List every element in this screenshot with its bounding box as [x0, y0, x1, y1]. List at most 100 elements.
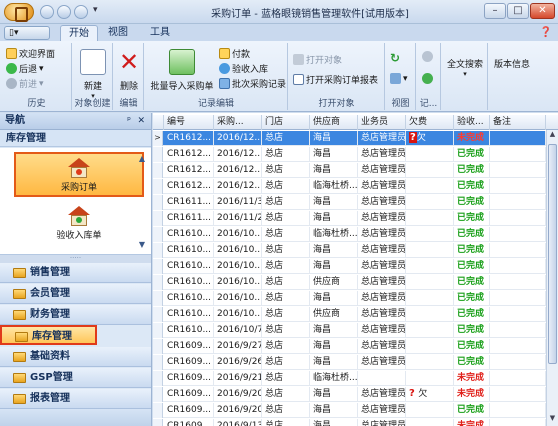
cell-store[interactable]: 总店	[262, 227, 310, 242]
cell-date[interactable]: 2016/9/21	[214, 371, 262, 386]
nav-group-finance[interactable]: 财务管理	[0, 305, 151, 325]
cell-owe[interactable]	[406, 211, 454, 226]
cell-owe[interactable]	[406, 355, 454, 370]
row-indicator[interactable]	[153, 339, 163, 354]
stock-in-button[interactable]: 验收入库	[219, 62, 268, 75]
cell-supplier[interactable]: 临海杜桥...	[310, 371, 358, 386]
cell-remark[interactable]	[490, 259, 546, 274]
cell-id[interactable]: CR1610...	[164, 243, 214, 258]
cell-status[interactable]: 未完成	[454, 371, 490, 386]
cell-store[interactable]: 总店	[262, 291, 310, 306]
tab-tools[interactable]: 工具	[142, 25, 178, 41]
cell-remark[interactable]	[490, 323, 546, 338]
cell-staff[interactable]: 总店管理员	[358, 163, 406, 178]
cell-date[interactable]: 2016/11/3	[214, 195, 262, 210]
table-row[interactable]: CR1610... 2016/10... 总店 海昌 总店管理员 已完成	[153, 259, 546, 274]
cell-remark[interactable]	[490, 147, 546, 162]
cell-id[interactable]: CR1610...	[164, 307, 214, 322]
new-button[interactable]: 新建 ▾	[77, 49, 109, 100]
cell-store[interactable]: 总店	[262, 323, 310, 338]
cell-status[interactable]: 已完成	[454, 291, 490, 306]
cell-date[interactable]: 2016/10/7	[214, 323, 262, 338]
cell-remark[interactable]	[490, 291, 546, 306]
table-row[interactable]: CR1609... 2016/9/26 总店 海昌 总店管理员 已完成	[153, 355, 546, 370]
cell-store[interactable]: 总店	[262, 419, 310, 426]
cell-date[interactable]: 2016/9/13	[214, 419, 262, 426]
cell-date[interactable]: 2016/10...	[214, 307, 262, 322]
cell-staff[interactable]: 总店管理员	[358, 211, 406, 226]
cell-store[interactable]: 总店	[262, 243, 310, 258]
cell-staff[interactable]: 总店管理员	[358, 387, 406, 402]
cell-id[interactable]: CR1609...	[164, 355, 214, 370]
scroll-down-icon[interactable]: ▼	[547, 414, 558, 426]
cell-remark[interactable]	[490, 179, 546, 194]
cell-supplier[interactable]: 供应商	[310, 275, 358, 290]
cell-store[interactable]: 总店	[262, 259, 310, 274]
cell-owe[interactable]	[406, 179, 454, 194]
vertical-scrollbar[interactable]: ▲ ▼	[546, 130, 558, 426]
cell-owe[interactable]: ? 欠	[406, 387, 454, 402]
cell-date[interactable]: 2016/12...	[214, 179, 262, 194]
cell-owe[interactable]	[406, 291, 454, 306]
column-header-remark[interactable]: 备注	[490, 115, 546, 130]
panel-scroll-down-icon[interactable]: ▼	[139, 240, 145, 249]
table-row[interactable]: CR1610... 2016/10... 总店 临海杜桥... 总店管理员 已完成	[153, 227, 546, 242]
cell-remark[interactable]	[490, 243, 546, 258]
nav-group-basic-data[interactable]: 基础资料	[0, 347, 151, 367]
cell-owe[interactable]	[406, 419, 454, 426]
column-header-status[interactable]: 验收...	[454, 115, 490, 130]
cell-store[interactable]: 总店	[262, 403, 310, 418]
record-prev-button[interactable]	[422, 51, 433, 62]
table-row[interactable]: CR1611... 2016/11/3 总店 海昌 总店管理员 已完成	[153, 195, 546, 210]
row-indicator[interactable]	[153, 147, 163, 162]
cell-staff[interactable]: 总店管理员	[358, 147, 406, 162]
cell-id[interactable]: CR1609...	[164, 371, 214, 386]
cell-id[interactable]: CR1610...	[164, 275, 214, 290]
row-indicator[interactable]	[153, 275, 163, 290]
table-row[interactable]: CR1610... 2016/10... 总店 供应商 总店管理员 已完成	[153, 275, 546, 290]
full-text-search-button[interactable]: 全文搜索 ▾	[444, 57, 486, 78]
cell-owe[interactable]	[406, 339, 454, 354]
table-row[interactable]: CR1609... 2016/9/21 总店 临海杜桥... 未完成	[153, 371, 546, 386]
cell-remark[interactable]	[490, 339, 546, 354]
cell-id[interactable]: CR1612...	[164, 131, 214, 146]
cell-supplier[interactable]: 海昌	[310, 243, 358, 258]
minimize-button[interactable]: –	[484, 3, 506, 19]
open-report-button[interactable]: 打开采购订单报表	[293, 73, 378, 86]
cell-staff[interactable]: 总店管理员	[358, 259, 406, 274]
column-header-supplier[interactable]: 供应商	[310, 115, 358, 130]
cell-status[interactable]: 未完成	[454, 387, 490, 402]
nav-splitter[interactable]: ·····	[0, 255, 151, 263]
cell-date[interactable]: 2016/10...	[214, 243, 262, 258]
table-row[interactable]: CR1610... 2016/10/7 总店 海昌 总店管理员 已完成	[153, 323, 546, 338]
cell-remark[interactable]	[490, 227, 546, 242]
cell-owe[interactable]	[406, 371, 454, 386]
table-row[interactable]: CR1609... 2016/9/27 总店 海昌 总店管理员 已完成	[153, 339, 546, 354]
cell-store[interactable]: 总店	[262, 387, 310, 402]
column-header-date[interactable]: 采购...	[214, 115, 262, 130]
help-icon[interactable]: ❓	[540, 27, 552, 38]
cell-supplier[interactable]: 海昌	[310, 147, 358, 162]
cell-supplier[interactable]: 海昌	[310, 403, 358, 418]
cell-store[interactable]: 总店	[262, 275, 310, 290]
table-row[interactable]: CR1609... 2016/9/13 总店 海昌 总店管理员 未完成	[153, 419, 546, 426]
quick-access-dropdown-icon[interactable]: ▾	[93, 5, 98, 15]
cell-date[interactable]: 2016/9/27	[214, 339, 262, 354]
tab-start[interactable]: 开始	[60, 25, 98, 41]
table-row[interactable]: > CR1612... 2016/12... 总店 海昌 总店管理员 ?欠 未完成	[153, 131, 546, 146]
cell-remark[interactable]	[490, 163, 546, 178]
record-next-button[interactable]	[422, 73, 433, 84]
panel-scroll-up-icon[interactable]: ▲	[139, 154, 145, 163]
refresh-icon[interactable]	[74, 5, 88, 19]
cell-owe[interactable]	[406, 323, 454, 338]
nav-group-reports[interactable]: 报表管理	[0, 389, 151, 409]
cell-remark[interactable]	[490, 371, 546, 386]
cell-staff[interactable]: 总店管理员	[358, 291, 406, 306]
cell-status[interactable]: 已完成	[454, 243, 490, 258]
cell-store[interactable]: 总店	[262, 307, 310, 322]
cell-staff[interactable]: 总店管理员	[358, 243, 406, 258]
cell-remark[interactable]	[490, 211, 546, 226]
nav-item-stock-in-order[interactable]: 验收入库单	[14, 202, 144, 247]
batch-import-button[interactable]: 批量导入采购单	[149, 49, 215, 92]
nav-close-icon[interactable]: ✕	[137, 113, 145, 129]
